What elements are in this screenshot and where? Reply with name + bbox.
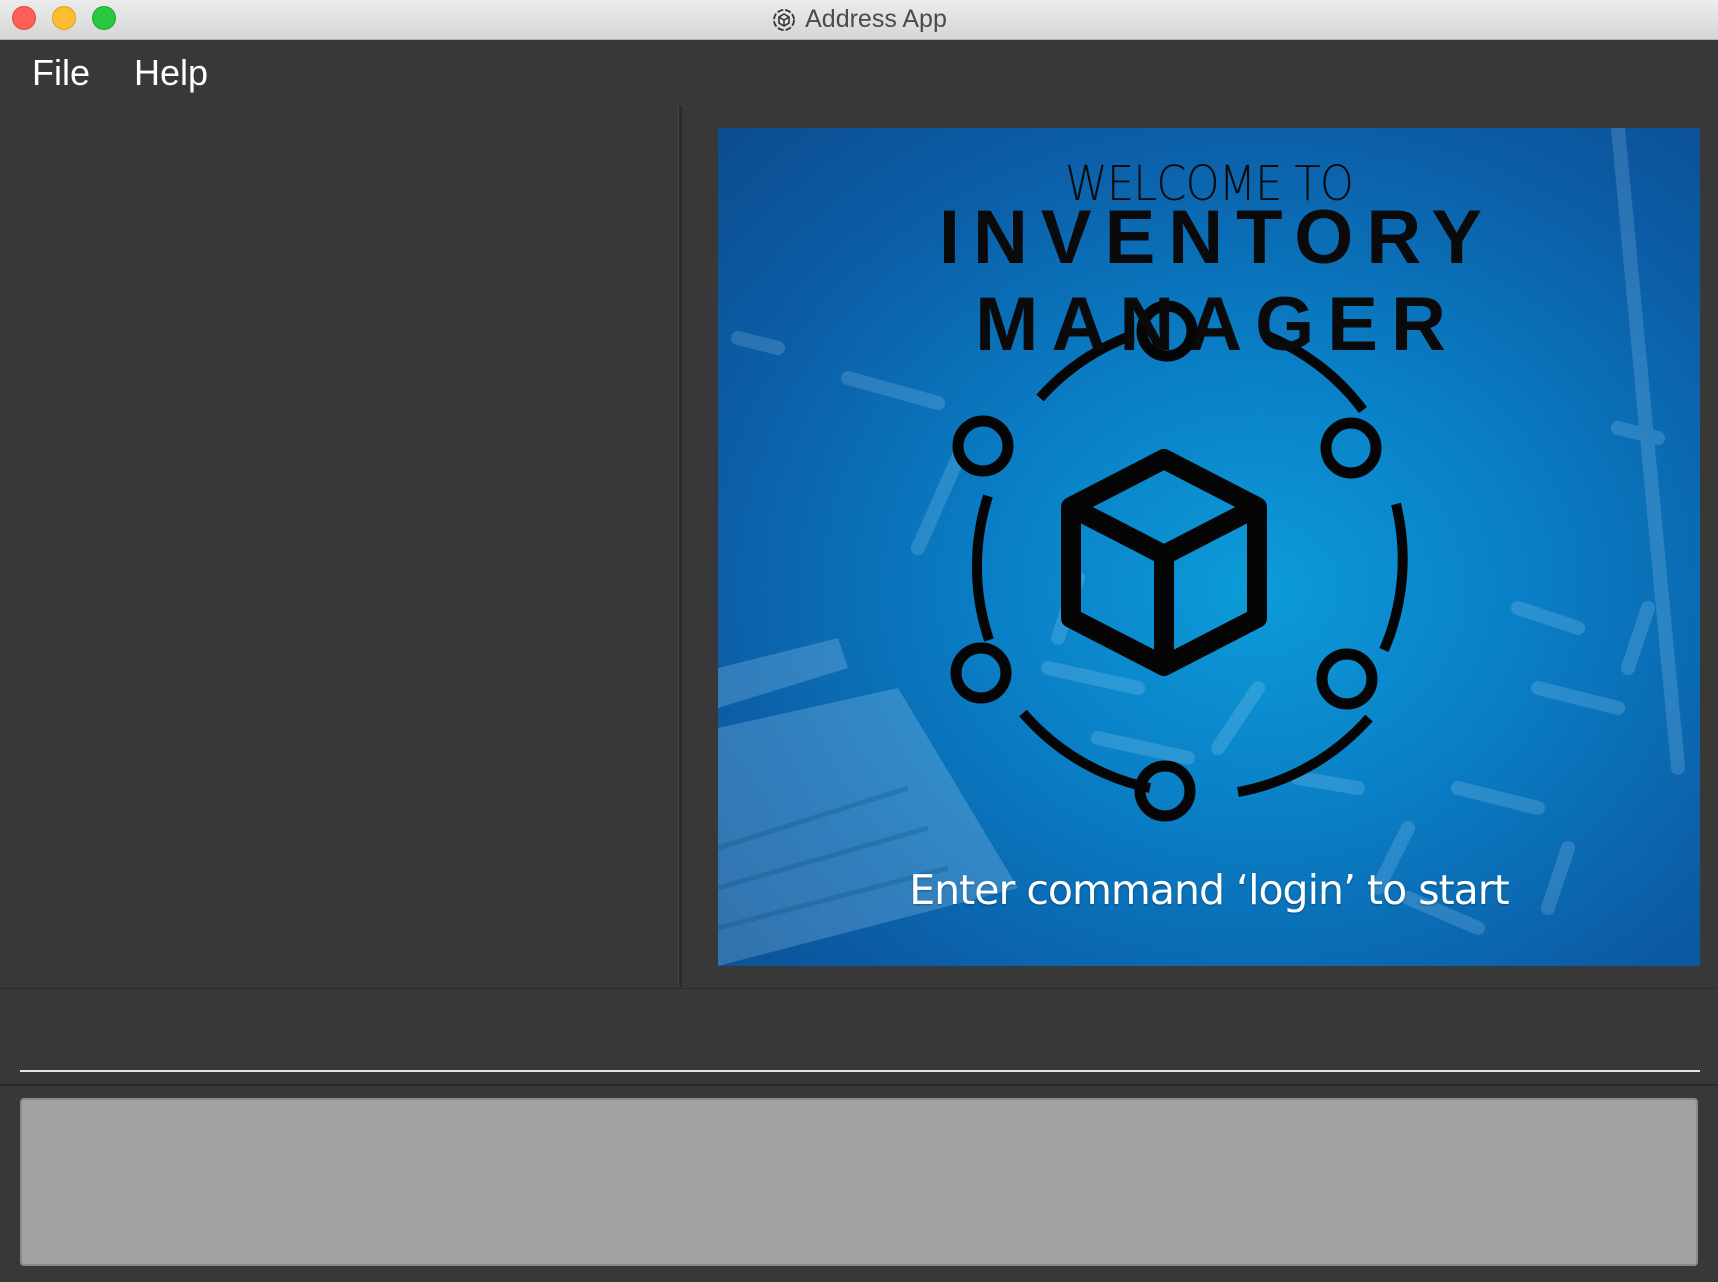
welcome-instruction: Enter command ‘login’ to start [909,866,1509,914]
menu-help[interactable]: Help [134,52,208,94]
result-underline [20,1070,1700,1072]
welcome-banner: WELCOME TO INVENTORY MANAGER Enter comma… [718,128,1700,966]
command-input[interactable] [20,1098,1698,1266]
app-icon [773,8,796,31]
result-display [0,988,1718,1085]
list-panel [0,106,678,987]
menu-bar: File Help [0,40,1718,106]
app-window: Address App File Help WELCOME TO INVENTO… [0,0,1718,1282]
window-title-group: Address App [0,0,1718,39]
menu-file[interactable]: File [32,52,90,94]
window-title: Address App [805,5,947,33]
section-separator [0,1084,1718,1086]
inventory-cube-icon [1061,449,1267,676]
title-bar[interactable]: Address App [0,0,1718,40]
welcome-heading-large: INVENTORY MANAGER [938,195,1496,367]
